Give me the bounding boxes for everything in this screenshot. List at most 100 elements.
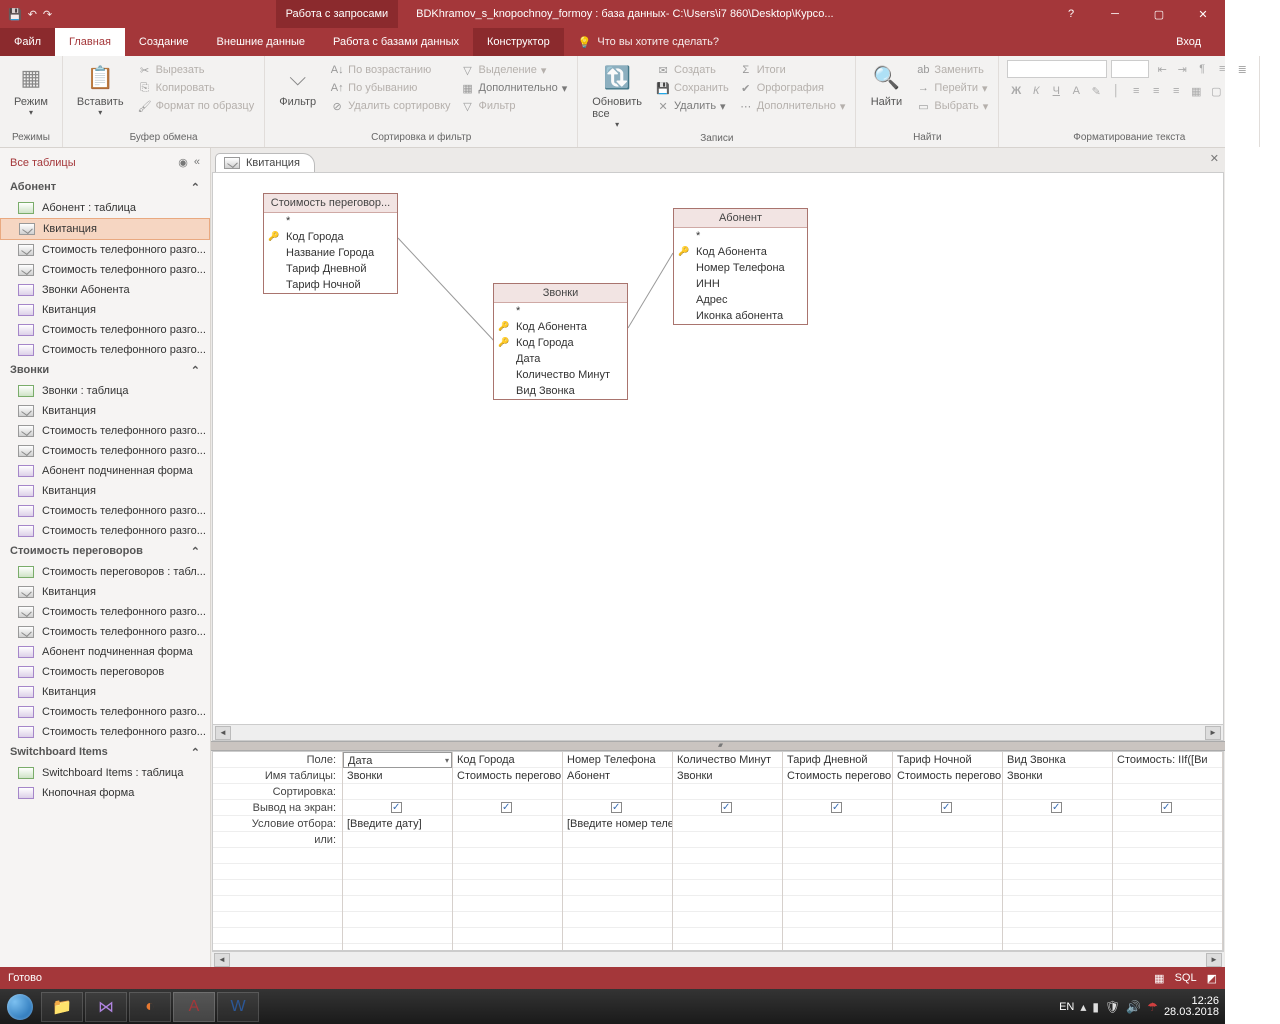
find-button[interactable]: 🔍 Найти — [864, 60, 908, 130]
redo-icon[interactable]: ↷ — [43, 8, 52, 21]
grid-cell[interactable] — [1113, 848, 1222, 864]
grid-cell[interactable] — [453, 912, 562, 928]
nav-item[interactable]: Квитанция — [0, 300, 210, 320]
checkbox-icon[interactable] — [391, 802, 402, 813]
selection-button[interactable]: ▽Выделение ▾ — [459, 62, 570, 78]
grid-cell[interactable] — [563, 928, 672, 944]
grid-cell[interactable] — [1003, 816, 1112, 832]
tray-shield-icon[interactable]: 🛡 — [1105, 1000, 1120, 1014]
grid-cell[interactable] — [1113, 912, 1222, 928]
navgroup-header[interactable]: Звонки⌃ — [0, 360, 210, 381]
grid-cell[interactable] — [453, 848, 562, 864]
grid-cell[interactable]: Дата — [343, 752, 452, 768]
help-icon[interactable]: ? — [1049, 0, 1093, 28]
nav-item[interactable]: Квитанция — [0, 481, 210, 501]
taskbar-word[interactable]: W — [217, 992, 259, 1022]
design-table-field[interactable]: Дата — [494, 351, 627, 367]
view-design-icon[interactable]: ◩ — [1207, 972, 1217, 985]
delete-record-button[interactable]: ✕Удалить ▾ — [654, 98, 731, 114]
tab-file[interactable]: Файл — [0, 28, 55, 56]
grid-cell[interactable]: [Введите номер теле — [563, 816, 672, 832]
grid-column[interactable]: Количество МинутЗвонки — [673, 752, 783, 950]
grid-cell[interactable] — [893, 832, 1002, 848]
design-table-field[interactable]: * — [494, 303, 627, 319]
align-center-icon[interactable]: ≡ — [1147, 82, 1165, 100]
design-table-field[interactable]: * — [264, 213, 397, 229]
grid-cell[interactable] — [1003, 848, 1112, 864]
query-designer-pane[interactable]: Стоимость переговор...*Код ГородаНазвани… — [212, 172, 1224, 741]
grid-cell[interactable] — [673, 784, 782, 800]
grid-cell[interactable] — [343, 912, 452, 928]
grid-cell[interactable] — [1003, 800, 1112, 816]
grid-cell[interactable] — [673, 928, 782, 944]
grid-cell[interactable] — [563, 896, 672, 912]
grid-cell[interactable] — [563, 832, 672, 848]
nav-item[interactable]: Абонент подчиненная форма — [0, 461, 210, 481]
nav-item[interactable]: Стоимость телефонного разго... — [0, 260, 210, 280]
nav-item[interactable]: Стоимость телефонного разго... — [0, 622, 210, 642]
advanced-filter-button[interactable]: ▦Дополнительно ▾ — [459, 80, 570, 96]
grid-cell[interactable] — [783, 896, 892, 912]
spelling-button[interactable]: ✔Орфография — [737, 80, 848, 96]
grid-cell[interactable] — [893, 784, 1002, 800]
cut-button[interactable]: ✂Вырезать — [136, 62, 257, 78]
grid-cell[interactable]: Вид Звонка — [1003, 752, 1112, 768]
grid-column[interactable]: Тариф ДневнойСтоимость перегово — [783, 752, 893, 950]
grid-cell[interactable]: Звонки — [673, 768, 782, 784]
design-table-field[interactable]: Иконка абонента — [674, 308, 807, 324]
grid-cell[interactable] — [343, 784, 452, 800]
design-table-field[interactable]: * — [674, 228, 807, 244]
design-table-field[interactable]: Код Абонента — [674, 244, 807, 260]
grid-cell[interactable] — [673, 800, 782, 816]
grid-column[interactable]: Стоимость: IIf([Ви — [1113, 752, 1223, 950]
design-table-field[interactable]: Номер Телефона — [674, 260, 807, 276]
grid-cell[interactable]: Тариф Дневной — [783, 752, 892, 768]
tab-home[interactable]: Главная — [55, 28, 125, 56]
grid-column[interactable]: Вид ЗвонкаЗвонки — [1003, 752, 1113, 950]
grid-cell[interactable] — [673, 864, 782, 880]
bullets-icon[interactable]: ≡ — [1213, 60, 1231, 78]
tray-sound-icon[interactable]: 🔊 — [1126, 1000, 1141, 1014]
navpane-menu-icon[interactable]: ◉ — [178, 156, 188, 169]
grid-cell[interactable]: Звонки — [1003, 768, 1112, 784]
design-table-field[interactable]: Тариф Ночной — [264, 277, 397, 293]
grid-cell[interactable]: Тариф Ночной — [893, 752, 1002, 768]
grid-cell[interactable] — [343, 848, 452, 864]
view-datasheet-icon[interactable]: ▦ — [1154, 972, 1164, 985]
grid-cell[interactable] — [893, 896, 1002, 912]
grid-cell[interactable] — [563, 784, 672, 800]
nav-item[interactable]: Кнопочная форма — [0, 783, 210, 803]
grid-cell[interactable]: Код Города — [453, 752, 562, 768]
design-table-field[interactable]: ИНН — [674, 276, 807, 292]
grid-cell[interactable] — [893, 912, 1002, 928]
nav-item[interactable]: Квитанция — [0, 401, 210, 421]
checkbox-icon[interactable] — [831, 802, 842, 813]
grid-cell[interactable] — [1113, 816, 1222, 832]
query-grid[interactable]: Поле:Имя таблицы:Сортировка:Вывод на экр… — [212, 751, 1224, 951]
select-button[interactable]: ▭Выбрать ▾ — [914, 98, 990, 114]
nav-item[interactable]: Стоимость телефонного разго... — [0, 441, 210, 461]
grid-cell[interactable] — [673, 896, 782, 912]
nav-item[interactable]: Звонки : таблица — [0, 381, 210, 401]
design-table-field[interactable]: Тариф Дневной — [264, 261, 397, 277]
refresh-button[interactable]: 🔃 Обновить все▾ — [586, 60, 648, 131]
grid-cell[interactable] — [783, 832, 892, 848]
grid-column[interactable]: Номер ТелефонаАбонент[Введите номер теле — [563, 752, 673, 950]
view-mode-button[interactable]: ▦ Режим▾ — [8, 60, 54, 130]
grid-cell[interactable] — [1113, 768, 1222, 784]
navgroup-header[interactable]: Switchboard Items⌃ — [0, 742, 210, 763]
start-button[interactable] — [0, 989, 40, 1024]
checkbox-icon[interactable] — [941, 802, 952, 813]
taskbar-vs[interactable]: ⋈ — [85, 992, 127, 1022]
replace-button[interactable]: abЗаменить — [914, 62, 990, 78]
goto-button[interactable]: →Перейти ▾ — [914, 80, 990, 96]
design-table[interactable]: Абонент*Код АбонентаНомер ТелефонаИННАдр… — [673, 208, 808, 325]
grid-cell[interactable] — [453, 880, 562, 896]
grid-cell[interactable] — [1113, 800, 1222, 816]
maximize-button[interactable]: ▢ — [1137, 0, 1181, 28]
taskbar-firefox[interactable]: ◐ — [129, 992, 171, 1022]
scroll-left-icon[interactable]: ◄ — [215, 726, 231, 740]
checkbox-icon[interactable] — [1161, 802, 1172, 813]
nav-item[interactable]: Стоимость телефонного разго... — [0, 602, 210, 622]
design-table-field[interactable]: Код Города — [494, 335, 627, 351]
